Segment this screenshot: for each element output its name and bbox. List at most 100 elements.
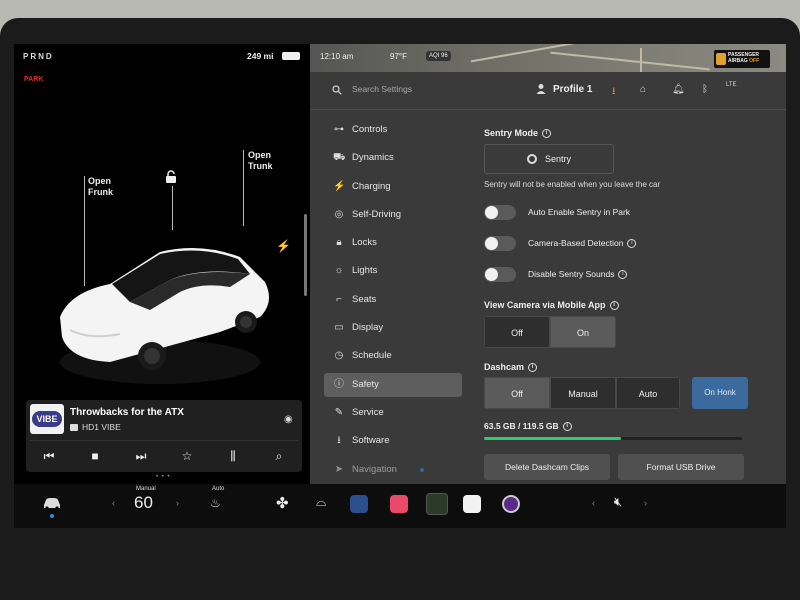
format-usb-drive-button[interactable]: Format USB Drive bbox=[618, 454, 744, 480]
fan-icon[interactable]: ✤ bbox=[276, 494, 289, 512]
unlock-icon[interactable] bbox=[164, 170, 178, 184]
info-icon[interactable]: i bbox=[562, 422, 572, 432]
sentry-mode-heading: Sentry Mode i bbox=[484, 128, 552, 139]
download-icon: ⭳ bbox=[337, 435, 341, 447]
active-indicator-dot bbox=[50, 514, 54, 518]
climate-mode-label: Manual bbox=[136, 486, 156, 492]
sidebar-item-label: Lights bbox=[352, 265, 378, 277]
seat-icon: ⌐ bbox=[336, 293, 342, 305]
auto-enable-sentry-toggle[interactable] bbox=[484, 205, 516, 220]
sidebar-item-label: Dynamics bbox=[352, 152, 394, 164]
sidebar-item-label: Service bbox=[352, 406, 384, 418]
sidebar-item-seats[interactable]: ⌐ Seats bbox=[324, 288, 462, 312]
sidebar-item-label: Software bbox=[352, 435, 390, 447]
sidebar-item-service[interactable]: ✎ Service bbox=[324, 401, 462, 425]
sidebar-item-charging[interactable]: ⚡ Charging bbox=[324, 175, 462, 199]
sidebar-item-display[interactable]: ▭ Display bbox=[324, 316, 462, 340]
next-track-icon[interactable]: ⏭ bbox=[131, 446, 151, 466]
previous-track-icon[interactable]: ⏮ bbox=[39, 446, 59, 466]
search-icon[interactable]: ⌕ bbox=[269, 446, 289, 466]
notification-bell-icon[interactable]: 🔔︎ bbox=[672, 84, 685, 95]
sidebar-item-lights[interactable]: ☼ Lights bbox=[324, 259, 462, 283]
info-icon[interactable]: i bbox=[528, 363, 538, 373]
sentry-icon bbox=[527, 154, 537, 164]
open-frunk-button[interactable]: Open Frunk bbox=[88, 176, 113, 198]
sidebar-item-self-driving[interactable]: ◎ Self-Driving bbox=[324, 203, 462, 227]
volume-up-arrow-icon[interactable]: › bbox=[644, 498, 647, 508]
view-camera-on-option[interactable]: On bbox=[550, 316, 616, 348]
panel-scrollbar[interactable] bbox=[304, 214, 307, 296]
dashcam-off-option[interactable]: Off bbox=[484, 377, 550, 409]
camera-based-detection-row: Camera-Based Detection i bbox=[484, 235, 774, 253]
seat-heater-icon[interactable]: ♨ bbox=[210, 496, 224, 512]
view-camera-off-option[interactable]: Off bbox=[484, 316, 550, 348]
vehicle-panel: PRND PARK 249 mi Open Frunk Open Trunk ⚡ bbox=[14, 44, 310, 484]
profile-icon[interactable] bbox=[536, 83, 548, 95]
sidebar-item-label: Navigation bbox=[352, 463, 397, 475]
media-divider bbox=[30, 440, 298, 441]
temp-up-arrow-icon[interactable]: › bbox=[176, 498, 179, 508]
media-player: VIBE Throwbacks for the ATX HD1 VIBE ◉ ⏮… bbox=[26, 400, 302, 472]
settings-nav: ⊶ Controls ⛟ Dynamics ⚡ Charging ◎ Self-Driving… bbox=[324, 118, 462, 486]
light-icon: ☼ bbox=[334, 265, 344, 277]
sentry-button[interactable]: Sentry bbox=[484, 144, 614, 174]
info-icon[interactable]: i bbox=[627, 239, 637, 249]
sidebar-item-label: Display bbox=[352, 322, 384, 334]
sidebar-item-label: Seats bbox=[352, 293, 377, 305]
bluetooth-icon[interactable]: ᛒ bbox=[702, 84, 708, 95]
info-icon[interactable]: i bbox=[609, 301, 619, 311]
app-launcher-icon[interactable] bbox=[426, 493, 448, 515]
sidebar-item-schedule[interactable]: ◷ Schedule bbox=[324, 344, 462, 368]
gear-indicator: PRND bbox=[23, 52, 54, 61]
map-strip[interactable]: 12:10 am 97°F AQI 96 PASSENGER AIRBAG OF… bbox=[310, 44, 786, 72]
delete-dashcam-clips-button[interactable]: Delete Dashcam Clips bbox=[484, 454, 610, 480]
camera-app-icon[interactable] bbox=[502, 495, 520, 513]
info-icon[interactable]: i bbox=[618, 270, 628, 280]
camera-based-detection-toggle[interactable] bbox=[484, 236, 516, 251]
stop-icon[interactable]: ■ bbox=[85, 446, 105, 466]
storage-readout: 63.5 GB / 119.5 GB i bbox=[484, 421, 572, 432]
dashcam-auto-option[interactable]: Auto bbox=[616, 377, 680, 409]
info-icon[interactable]: i bbox=[542, 129, 552, 139]
profile-button[interactable]: Profile 1 bbox=[553, 84, 592, 95]
windshield-defrost-icon[interactable]: ⌓ bbox=[316, 494, 326, 510]
track-title: Throwbacks for the ATX bbox=[70, 407, 184, 418]
calendar-app-icon[interactable] bbox=[463, 495, 481, 513]
dashcam-on-honk-option[interactable]: On Honk bbox=[692, 377, 748, 409]
sidebar-item-dynamics[interactable]: ⛟ Dynamics bbox=[324, 146, 462, 170]
search-input[interactable]: Search Settings bbox=[352, 84, 412, 94]
update-dot bbox=[420, 467, 424, 472]
sidebar-item-software[interactable]: ⭳ Software bbox=[324, 429, 462, 453]
homelink-icon[interactable]: ⌂ bbox=[640, 84, 646, 95]
dashcam-manual-option[interactable]: Manual bbox=[550, 377, 616, 409]
music-app-icon[interactable] bbox=[390, 495, 408, 513]
dashcam-selector: Off Manual Auto bbox=[484, 377, 680, 409]
settings-topbar: Search Settings Profile 1 ⭳ ⌂ 🔔︎ ᛒ LTE bbox=[310, 72, 786, 110]
steering-wheel-icon: ◎ bbox=[334, 208, 344, 220]
sidebar-item-controls[interactable]: ⊶ Controls bbox=[324, 118, 462, 142]
open-trunk-button[interactable]: Open Trunk bbox=[248, 150, 273, 172]
sidebar-item-locks[interactable]: 🔒︎ Locks bbox=[324, 231, 462, 255]
equalizer-icon[interactable]: ⫼ bbox=[223, 446, 243, 466]
sidebar-item-label: Locks bbox=[352, 237, 377, 249]
sidebar-item-navigation[interactable]: ➤ Navigation bbox=[324, 458, 462, 482]
radio-source-icon[interactable]: ◉ bbox=[284, 414, 293, 425]
disable-sentry-sounds-toggle[interactable] bbox=[484, 267, 516, 282]
navigation-app-icon[interactable] bbox=[350, 495, 368, 513]
download-icon[interactable]: ⭳ bbox=[612, 84, 616, 101]
media-controls: ⏮ ■ ⏭ ☆ ⫼ ⌕ bbox=[26, 442, 302, 470]
volume-mute-icon[interactable]: 🔇︎ bbox=[614, 494, 622, 510]
temp-down-arrow-icon[interactable]: ‹ bbox=[112, 498, 115, 508]
toggle-icon: ⊶ bbox=[334, 124, 344, 135]
range-readout: 249 mi bbox=[247, 51, 274, 61]
hd-radio-icon bbox=[70, 424, 78, 431]
clock: 12:10 am bbox=[320, 52, 354, 61]
car-icon[interactable] bbox=[42, 496, 62, 510]
bottom-dock: ‹ Manual 60 › Auto ♨ ✤ ⌓ ‹ 🔇︎ › bbox=[14, 484, 786, 528]
favorite-star-icon[interactable]: ☆ bbox=[177, 446, 197, 466]
storage-bar bbox=[484, 437, 742, 440]
search-icon[interactable] bbox=[332, 85, 342, 95]
sidebar-item-safety[interactable]: ⓘ Safety bbox=[324, 372, 462, 397]
volume-down-arrow-icon[interactable]: ‹ bbox=[592, 498, 595, 508]
temperature-value[interactable]: 60 bbox=[134, 493, 153, 513]
